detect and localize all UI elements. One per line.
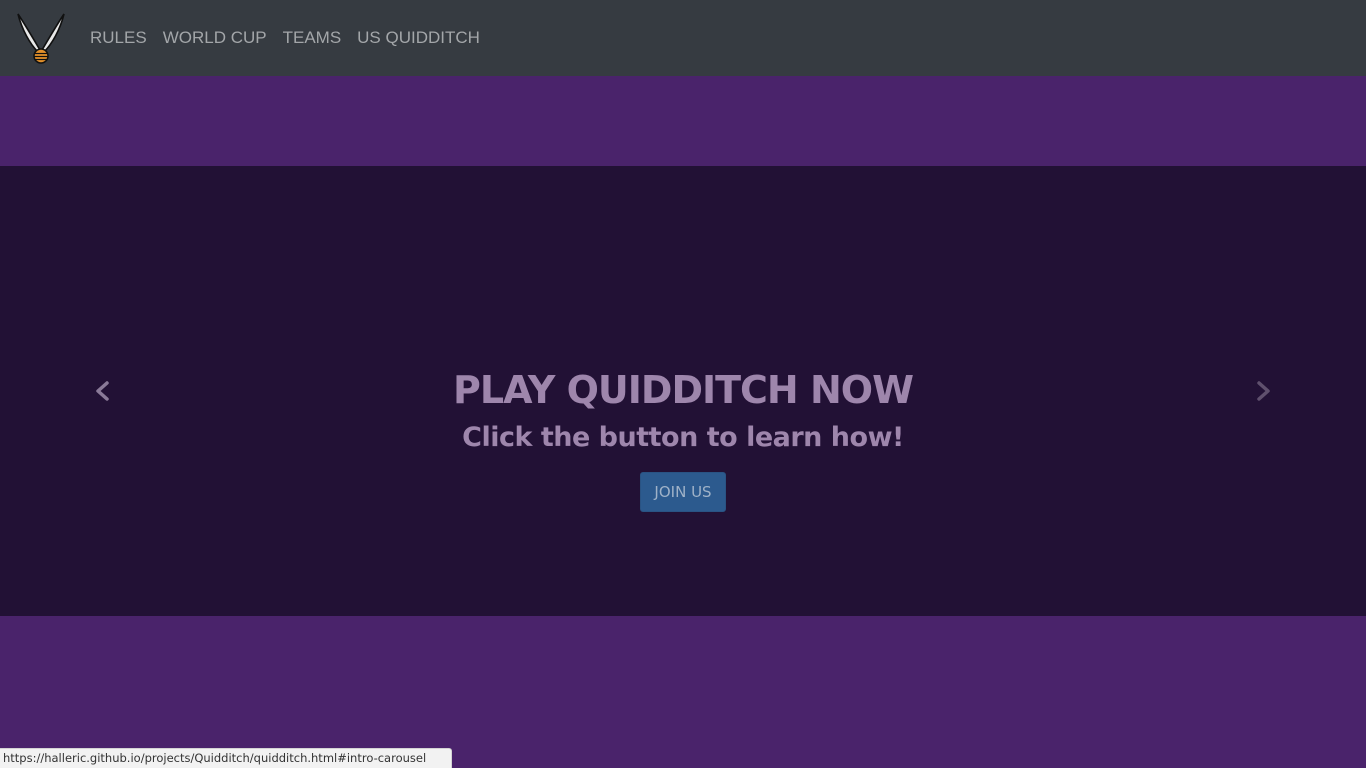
nav-link-world-cup[interactable]: WORLD CUP [163, 28, 267, 48]
carousel-headline: PLAY QUIDDITCH NOW [453, 368, 914, 412]
join-us-button[interactable]: JOIN US [640, 472, 726, 512]
nav-link-teams[interactable]: TEAMS [283, 28, 342, 48]
nav-link-rules[interactable]: RULES [90, 28, 147, 48]
chevron-right-icon [1257, 381, 1270, 401]
golden-snitch-icon[interactable] [14, 10, 68, 66]
carousel-caption: PLAY QUIDDITCH NOW Click the button to l… [0, 362, 1366, 512]
carousel-next-control[interactable] [1247, 374, 1281, 408]
nav-links: RULES WORLD CUP TEAMS US QUIDDITCH [90, 0, 496, 76]
intro-carousel: PLAY QUIDDITCH NOW Click the button to l… [0, 166, 1366, 616]
nav-link-us-quidditch[interactable]: US QUIDDITCH [357, 28, 480, 48]
top-band [0, 76, 1366, 166]
carousel-subhead: Click the button to learn how! [462, 422, 904, 453]
bottom-band [0, 616, 1366, 768]
navbar: RULES WORLD CUP TEAMS US QUIDDITCH [0, 0, 1366, 76]
browser-status-url: https://halleric.github.io/projects/Quid… [0, 748, 452, 768]
